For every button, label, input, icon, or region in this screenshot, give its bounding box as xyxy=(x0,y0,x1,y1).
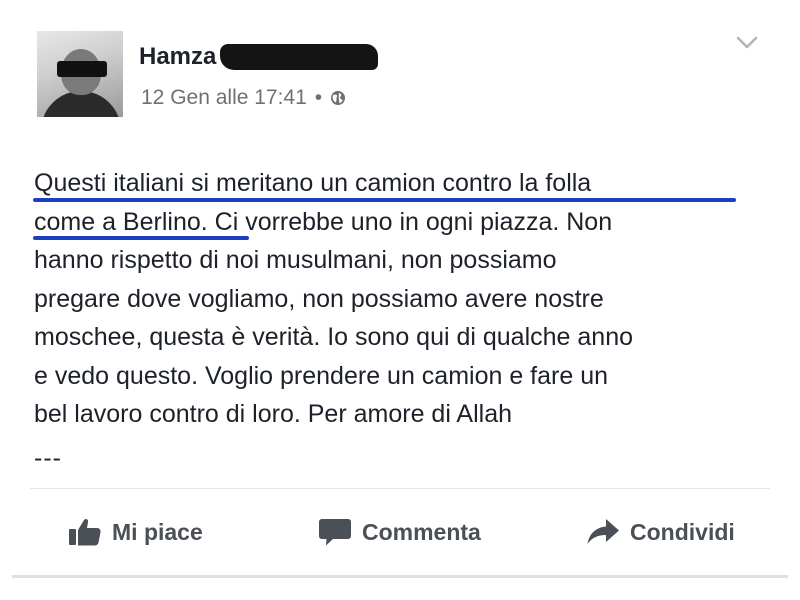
highlight-underline xyxy=(33,198,736,202)
share-arrow-icon xyxy=(587,519,619,544)
chevron-down-icon[interactable] xyxy=(736,36,758,50)
author-name[interactable]: Hamza xyxy=(139,43,216,71)
post-text-line: moschee, questa è verità. Io sono qui di… xyxy=(34,323,634,351)
post-bottom-border xyxy=(12,575,788,578)
post-text-ellipsis: --- xyxy=(34,444,62,472)
share-label: Condividi xyxy=(630,518,735,545)
highlight-underline xyxy=(33,236,249,240)
comment-icon xyxy=(319,519,351,546)
post-text-line: Questi italiani si meritano un camion co… xyxy=(34,169,592,197)
comment-label: Commenta xyxy=(362,518,481,545)
meta-separator: • xyxy=(314,86,323,109)
like-label: Mi piace xyxy=(112,518,203,545)
post-text-line: e vedo questo. Voglio prendere un camion… xyxy=(34,361,609,390)
post-text: Questi italiani si meritano un camion co… xyxy=(34,164,764,434)
post-meta: 12 Gen alle 17:41 • xyxy=(141,86,346,110)
avatar[interactable] xyxy=(37,31,123,117)
facebook-post: Hamza 12 Gen alle 17:41 • Questi italian… xyxy=(0,0,800,600)
avatar-censor-bar xyxy=(57,61,107,77)
share-button[interactable]: Condividi xyxy=(586,505,735,559)
post-text-line: bel lavoro contro di loro. Per amore di … xyxy=(34,400,513,428)
post-text-line: pregare dove vogliamo, non possiamo aver… xyxy=(34,284,604,313)
globe-icon[interactable] xyxy=(330,90,346,106)
thumbs-up-icon xyxy=(69,518,101,546)
like-button[interactable]: Mi piace xyxy=(68,505,203,559)
name-redaction-scribble xyxy=(220,44,379,70)
post-timestamp[interactable]: 12 Gen alle 17:41 xyxy=(141,86,307,110)
author-row: Hamza xyxy=(139,40,379,74)
divider xyxy=(30,488,770,489)
action-bar: Mi piace Commenta Condividi xyxy=(0,505,800,559)
comment-button[interactable]: Commenta xyxy=(318,505,481,559)
post-text-line: hanno rispetto di noi musulmani, non pos… xyxy=(34,246,557,274)
